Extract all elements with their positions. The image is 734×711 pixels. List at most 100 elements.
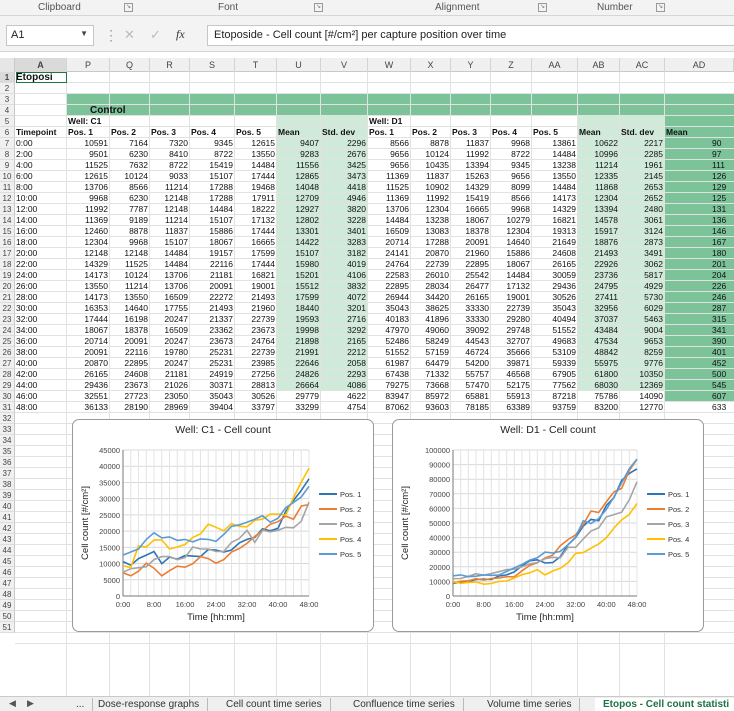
data-cell[interactable]: 8722 [191, 149, 235, 160]
timepoint-cell[interactable]: 30:00 [16, 303, 67, 314]
font-launcher-icon[interactable]: ↘ [314, 3, 323, 12]
data-cell[interactable]: 26165 [533, 259, 578, 270]
column-label[interactable]: Std. dev [322, 127, 368, 138]
data-cell[interactable]: 401 [666, 347, 734, 358]
data-cell[interactable]: 22895 [369, 281, 411, 292]
row-header[interactable]: 50 [0, 611, 15, 622]
data-cell[interactable]: 13550 [111, 292, 150, 303]
data-cell[interactable]: 30371 [191, 380, 235, 391]
data-cell[interactable]: 11525 [68, 160, 110, 171]
timepoint-cell[interactable]: 40:00 [16, 358, 67, 369]
chart-c1[interactable]: Well: C1 - Cell count 0 5000 10000 15000 2000… [72, 419, 374, 632]
timepoint-cell[interactable]: 36:00 [16, 336, 67, 347]
data-cell[interactable]: 28034 [412, 281, 451, 292]
tab-scroll-right-icon[interactable]: ▶ [27, 698, 34, 709]
row-header[interactable]: 14 [0, 215, 15, 226]
row-header[interactable]: 16 [0, 237, 15, 248]
row-header[interactable]: 43 [0, 534, 15, 545]
data-cell[interactable]: 40494 [533, 314, 578, 325]
data-cell[interactable]: 246 [666, 292, 734, 303]
timepoint-cell[interactable]: 28:00 [16, 292, 67, 303]
data-cell[interactable]: 9033 [151, 171, 190, 182]
data-cell[interactable]: 67905 [533, 369, 578, 380]
data-cell[interactable]: 57159 [412, 347, 451, 358]
data-cell[interactable]: 3832 [322, 281, 368, 292]
data-cell[interactable]: 26664 [278, 380, 321, 391]
data-cell[interactable]: 2296 [322, 138, 368, 149]
data-cell[interactable]: 22739 [236, 347, 277, 358]
column-label[interactable]: Mean [278, 127, 321, 138]
row-header[interactable]: 26 [0, 347, 15, 358]
data-cell[interactable]: 2653 [621, 182, 665, 193]
column-label[interactable]: Pos. 4 [492, 127, 532, 138]
data-cell[interactable]: 35666 [492, 347, 532, 358]
timepoint-cell[interactable]: 44:00 [16, 380, 67, 391]
data-cell[interactable]: 51552 [369, 347, 411, 358]
data-cell[interactable]: 12304 [412, 204, 451, 215]
data-cell[interactable]: 3425 [322, 160, 368, 171]
data-cell[interactable]: 22116 [191, 259, 235, 270]
data-cell[interactable]: 545 [666, 380, 734, 391]
data-cell[interactable]: 18222 [236, 204, 277, 215]
data-cell[interactable]: 18067 [68, 325, 110, 336]
data-cell[interactable]: 29748 [492, 325, 532, 336]
data-cell[interactable]: 55913 [492, 391, 532, 402]
data-cell[interactable]: 5463 [621, 314, 665, 325]
data-cell[interactable]: 44543 [452, 336, 491, 347]
data-cell[interactable]: 2676 [322, 149, 368, 160]
data-cell[interactable]: 14484 [533, 149, 578, 160]
row-header[interactable]: 11 [0, 182, 15, 193]
row-header[interactable]: 9 [0, 160, 15, 171]
row-header[interactable]: 45 [0, 556, 15, 567]
data-cell[interactable]: 13706 [151, 281, 190, 292]
row-header[interactable]: 36 [0, 457, 15, 468]
data-cell[interactable]: 20091 [191, 281, 235, 292]
data-cell[interactable]: 17444 [236, 226, 277, 237]
data-cell[interactable]: 22739 [492, 303, 532, 314]
data-cell[interactable]: 315 [666, 314, 734, 325]
column-label[interactable]: Pos. 1 [369, 127, 411, 138]
data-cell[interactable]: 12369 [621, 380, 665, 391]
data-cell[interactable]: 28969 [151, 402, 190, 413]
data-cell[interactable]: 14484 [151, 248, 190, 259]
data-cell[interactable]: 77562 [533, 380, 578, 391]
row-header[interactable]: 39 [0, 490, 15, 501]
data-cell[interactable]: 17911 [236, 193, 277, 204]
cancel-icon[interactable]: ✕ [124, 27, 135, 43]
enter-check-icon[interactable]: ✓ [150, 27, 161, 43]
column-label[interactable]: Pos. 2 [111, 127, 150, 138]
column-header-r[interactable]: R [150, 58, 190, 72]
data-cell[interactable]: 33797 [236, 402, 277, 413]
data-cell[interactable]: 24919 [191, 369, 235, 380]
row-header[interactable]: 44 [0, 545, 15, 556]
row-header[interactable]: 28 [0, 369, 15, 380]
data-cell[interactable]: 49683 [533, 336, 578, 347]
data-cell[interactable]: 3292 [322, 325, 368, 336]
data-cell[interactable]: 10279 [492, 215, 532, 226]
data-cell[interactable]: 3062 [621, 259, 665, 270]
timepoint-header[interactable]: Timepoint [16, 127, 67, 138]
data-cell[interactable]: 65881 [452, 391, 491, 402]
data-cell[interactable]: 9656 [492, 171, 532, 182]
data-cell[interactable]: 9776 [621, 358, 665, 369]
data-cell[interactable]: 47534 [579, 336, 620, 347]
data-cell[interactable]: 14484 [492, 270, 532, 281]
data-cell[interactable]: 17444 [236, 171, 277, 182]
row-header[interactable]: 40 [0, 501, 15, 512]
data-cell[interactable]: 15263 [452, 171, 491, 182]
column-header-ad[interactable]: AD [665, 58, 734, 72]
row-header[interactable]: 30 [0, 391, 15, 402]
data-cell[interactable]: 21898 [278, 336, 321, 347]
data-cell[interactable]: 14090 [621, 391, 665, 402]
timepoint-cell[interactable]: 2:00 [16, 149, 67, 160]
data-cell[interactable]: 23362 [191, 325, 235, 336]
data-cell[interactable]: 39404 [191, 402, 235, 413]
data-cell[interactable]: 24764 [369, 259, 411, 270]
row-header[interactable]: 10 [0, 171, 15, 182]
data-cell[interactable]: 51552 [533, 325, 578, 336]
data-cell[interactable]: 13550 [533, 171, 578, 182]
data-cell[interactable]: 23050 [151, 391, 190, 402]
row-header[interactable]: 6 [0, 127, 15, 138]
data-cell[interactable]: 26944 [369, 292, 411, 303]
data-cell[interactable]: 12927 [278, 204, 321, 215]
